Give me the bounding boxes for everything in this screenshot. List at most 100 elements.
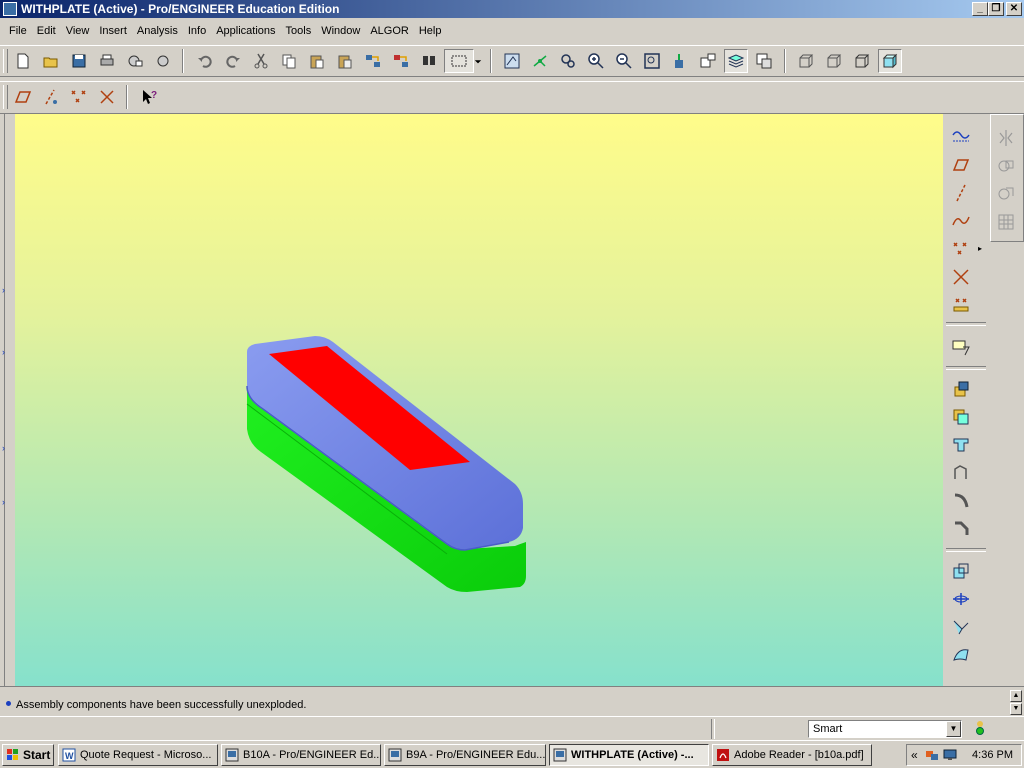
csys-display-icon[interactable] bbox=[95, 85, 119, 109]
email-link-icon[interactable] bbox=[151, 49, 175, 73]
refit-icon[interactable] bbox=[640, 49, 664, 73]
paste-special-icon[interactable] bbox=[333, 49, 357, 73]
chevron-right-icon[interactable]: › bbox=[2, 348, 10, 357]
task-withplate[interactable]: WITHPLATE (Active) -... bbox=[549, 744, 709, 766]
scroll-down-button[interactable]: ▼ bbox=[1010, 703, 1022, 715]
regenerate-icon[interactable] bbox=[361, 49, 385, 73]
annotation-icon[interactable] bbox=[948, 334, 974, 360]
context-help-icon[interactable]: ? bbox=[137, 85, 161, 109]
round-icon[interactable] bbox=[948, 488, 974, 514]
maximize-button[interactable]: ❐ bbox=[988, 2, 1004, 16]
zoom-in-icon[interactable] bbox=[584, 49, 608, 73]
select-box-icon[interactable] bbox=[444, 49, 474, 73]
rib-icon[interactable] bbox=[948, 586, 974, 612]
spin-center-icon[interactable] bbox=[528, 49, 552, 73]
datum-axis-icon[interactable] bbox=[948, 180, 974, 206]
point-display-icon[interactable] bbox=[67, 85, 91, 109]
extrude-icon[interactable] bbox=[948, 376, 974, 402]
mirror-icon[interactable] bbox=[993, 125, 1019, 151]
toolbar-separator bbox=[490, 49, 492, 73]
task-b10a[interactable]: B10A - Pro/ENGINEER Ed... bbox=[221, 744, 381, 766]
datum-csys-icon[interactable] bbox=[948, 264, 974, 290]
zoom-out-icon[interactable] bbox=[612, 49, 636, 73]
task-adobe-reader[interactable]: Adobe Reader - [b10a.pdf] bbox=[712, 744, 872, 766]
selection-filter-select[interactable]: Smart ▼ bbox=[808, 720, 962, 738]
monitor-icon[interactable] bbox=[943, 748, 957, 762]
email-icon[interactable] bbox=[123, 49, 147, 73]
chamfer-icon[interactable] bbox=[948, 516, 974, 542]
menu-insert[interactable]: Insert bbox=[94, 22, 132, 40]
blend-icon[interactable] bbox=[948, 460, 974, 486]
close-button[interactable]: ✕ bbox=[1006, 2, 1022, 16]
task-quote-request[interactable]: W Quote Request - Microso... bbox=[58, 744, 218, 766]
regen-manager-icon[interactable] bbox=[389, 49, 413, 73]
cut-icon[interactable] bbox=[249, 49, 273, 73]
menu-file[interactable]: File bbox=[4, 22, 32, 40]
task-label: Quote Request - Microso... bbox=[80, 749, 212, 761]
repaint-icon[interactable] bbox=[500, 49, 524, 73]
menu-edit[interactable]: Edit bbox=[32, 22, 61, 40]
navigator-collapse-strip[interactable]: › › › › bbox=[0, 114, 14, 686]
strip-divider bbox=[4, 114, 5, 686]
chevron-right-icon[interactable]: › bbox=[2, 498, 10, 507]
reorient-icon[interactable] bbox=[668, 49, 692, 73]
menu-info[interactable]: Info bbox=[183, 22, 211, 40]
revolve-icon[interactable] bbox=[948, 404, 974, 430]
datum-plane-icon[interactable] bbox=[948, 152, 974, 178]
open-icon[interactable] bbox=[39, 49, 63, 73]
graphics-window[interactable] bbox=[15, 114, 943, 686]
sweep-icon[interactable] bbox=[948, 432, 974, 458]
minimize-button[interactable]: _ bbox=[972, 2, 988, 16]
saved-views-icon[interactable] bbox=[696, 49, 720, 73]
menu-help[interactable]: Help bbox=[414, 22, 447, 40]
datum-plane-display-icon[interactable] bbox=[11, 85, 35, 109]
draft-icon[interactable] bbox=[948, 614, 974, 640]
menu-window[interactable]: Window bbox=[316, 22, 365, 40]
menu-analysis[interactable]: Analysis bbox=[132, 22, 183, 40]
start-button[interactable]: Start bbox=[2, 744, 54, 766]
view-manager-icon[interactable] bbox=[752, 49, 776, 73]
toolbar-grip[interactable] bbox=[3, 85, 8, 109]
hidden-line-icon[interactable] bbox=[822, 49, 846, 73]
layers-icon[interactable] bbox=[724, 49, 748, 73]
chevron-right-icon[interactable]: › bbox=[2, 444, 10, 453]
print-icon[interactable] bbox=[95, 49, 119, 73]
flyout-arrow-icon[interactable]: ▸ bbox=[978, 244, 982, 253]
pattern-icon[interactable] bbox=[993, 209, 1019, 235]
menu-applications[interactable]: Applications bbox=[211, 22, 280, 40]
surface-icon[interactable] bbox=[948, 642, 974, 668]
selection-filter-value: Smart bbox=[813, 723, 843, 735]
clock[interactable]: 4:36 PM bbox=[972, 749, 1013, 761]
scroll-up-button[interactable]: ▲ bbox=[1010, 690, 1022, 702]
datum-axis-display-icon[interactable] bbox=[39, 85, 63, 109]
select-dropdown-icon[interactable] bbox=[473, 49, 483, 73]
task-label: Adobe Reader - [b10a.pdf] bbox=[734, 749, 864, 761]
network-icon[interactable] bbox=[925, 748, 939, 762]
menu-algor[interactable]: ALGOR bbox=[365, 22, 414, 40]
menu-view[interactable]: View bbox=[61, 22, 95, 40]
save-icon[interactable] bbox=[67, 49, 91, 73]
find-icon[interactable] bbox=[417, 49, 441, 73]
merge-icon[interactable] bbox=[993, 153, 1019, 179]
trim-icon[interactable] bbox=[993, 181, 1019, 207]
chevron-down-icon[interactable]: ▼ bbox=[946, 721, 961, 737]
undo-icon[interactable] bbox=[193, 49, 217, 73]
sketch-curve-icon[interactable] bbox=[948, 124, 974, 150]
chevron-right-icon[interactable]: › bbox=[2, 286, 10, 295]
menu-tools[interactable]: Tools bbox=[281, 22, 317, 40]
redo-icon[interactable] bbox=[221, 49, 245, 73]
shell-icon[interactable] bbox=[948, 558, 974, 584]
task-b9a[interactable]: B9A - Pro/ENGINEER Edu... bbox=[384, 744, 546, 766]
datum-point-icon[interactable] bbox=[948, 236, 974, 262]
shading-icon[interactable] bbox=[878, 49, 902, 73]
orient-icon[interactable] bbox=[556, 49, 580, 73]
toolbar-grip[interactable] bbox=[3, 49, 8, 73]
new-icon[interactable] bbox=[11, 49, 35, 73]
copy-icon[interactable] bbox=[277, 49, 301, 73]
wireframe-icon[interactable] bbox=[794, 49, 818, 73]
no-hidden-icon[interactable] bbox=[850, 49, 874, 73]
paste-icon[interactable] bbox=[305, 49, 329, 73]
tray-expand-button[interactable]: « bbox=[911, 748, 918, 762]
datum-curve-icon[interactable] bbox=[948, 208, 974, 234]
analysis-feature-icon[interactable] bbox=[948, 292, 974, 318]
